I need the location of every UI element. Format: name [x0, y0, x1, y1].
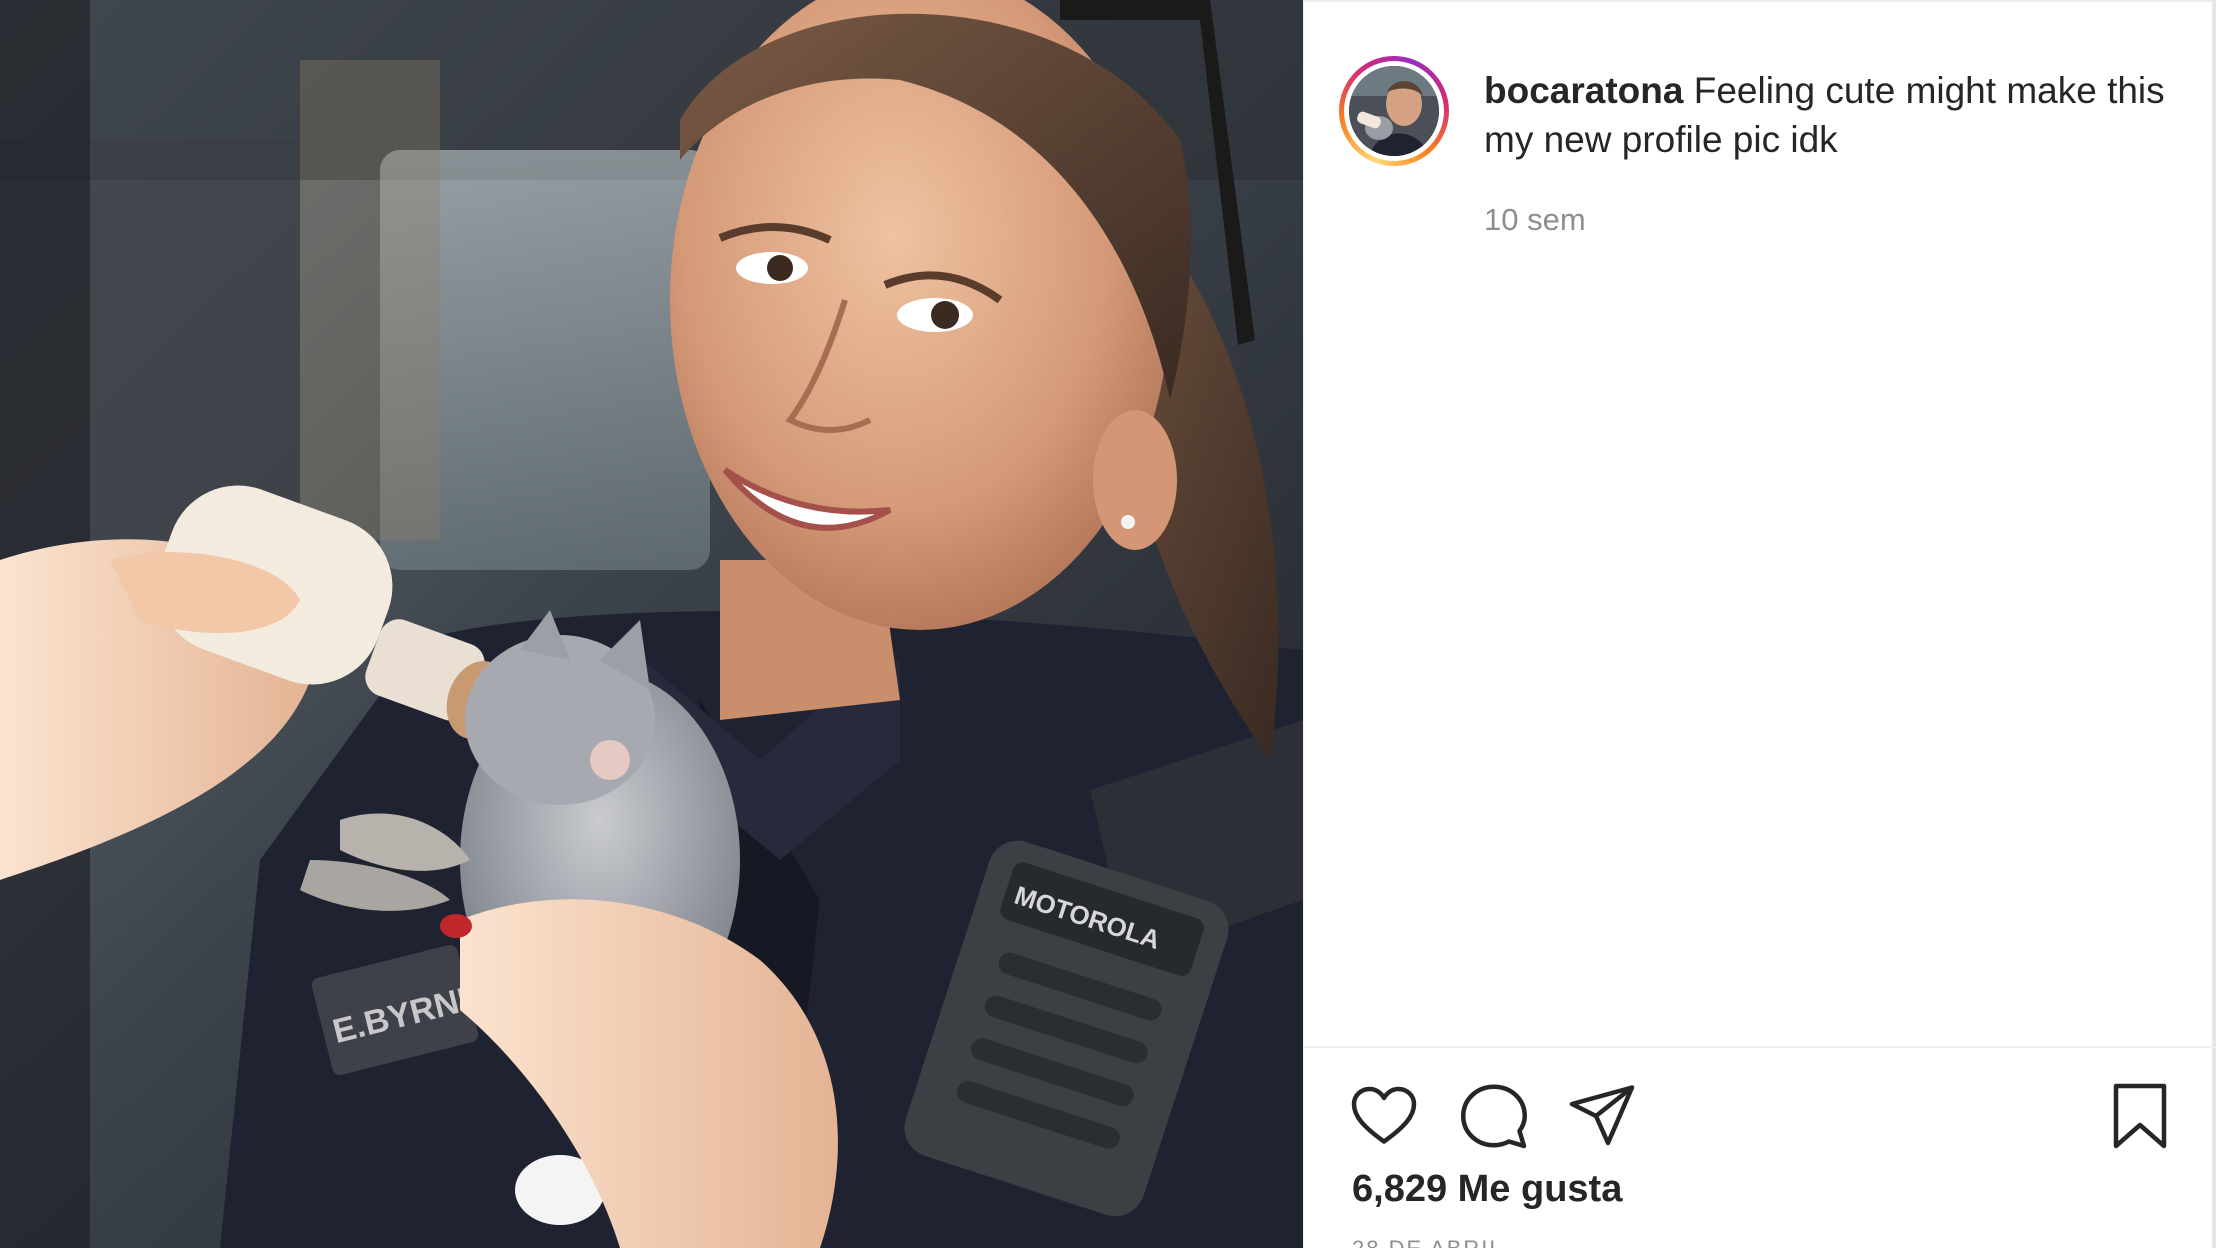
paper-plane-icon	[1569, 1085, 1635, 1146]
username-link[interactable]: bocaratona	[1484, 70, 1683, 111]
bookmark-icon	[2113, 1083, 2167, 1149]
avatar-story-ring[interactable]	[1339, 56, 1449, 166]
actions-divider	[1304, 1046, 2216, 1048]
save-button[interactable]	[2104, 1080, 2176, 1152]
heart-icon	[1351, 1086, 1417, 1144]
avatar-ring-gap	[1344, 61, 1444, 161]
post-caption: bocaratona Feeling cute might make this …	[1484, 66, 2184, 164]
comment-button[interactable]	[1458, 1080, 1530, 1152]
photo-illustration: E.BYRNE MOTOROLA	[0, 0, 1303, 1248]
avatar[interactable]	[1349, 66, 1439, 156]
share-button[interactable]	[1566, 1080, 1638, 1152]
comment-bubble-icon	[1461, 1084, 1527, 1149]
like-count[interactable]: 6,829 Me gusta	[1352, 1168, 1622, 1211]
avatar-image	[1349, 66, 1439, 156]
post-photo[interactable]: E.BYRNE MOTOROLA	[0, 0, 1303, 1248]
post-timestamp[interactable]: 10 sem	[1484, 202, 1586, 238]
post-date: 28 DE ABRIL	[1352, 1236, 1504, 1248]
top-divider	[1304, 0, 2216, 2]
scrollbar[interactable]	[2212, 0, 2216, 1248]
like-button[interactable]	[1348, 1080, 1420, 1152]
instagram-post-view: E.BYRNE MOTOROLA bocaratona Feeling cute…	[0, 0, 2218, 1248]
post-details-panel: bocaratona Feeling cute might make this …	[1303, 0, 2216, 1248]
